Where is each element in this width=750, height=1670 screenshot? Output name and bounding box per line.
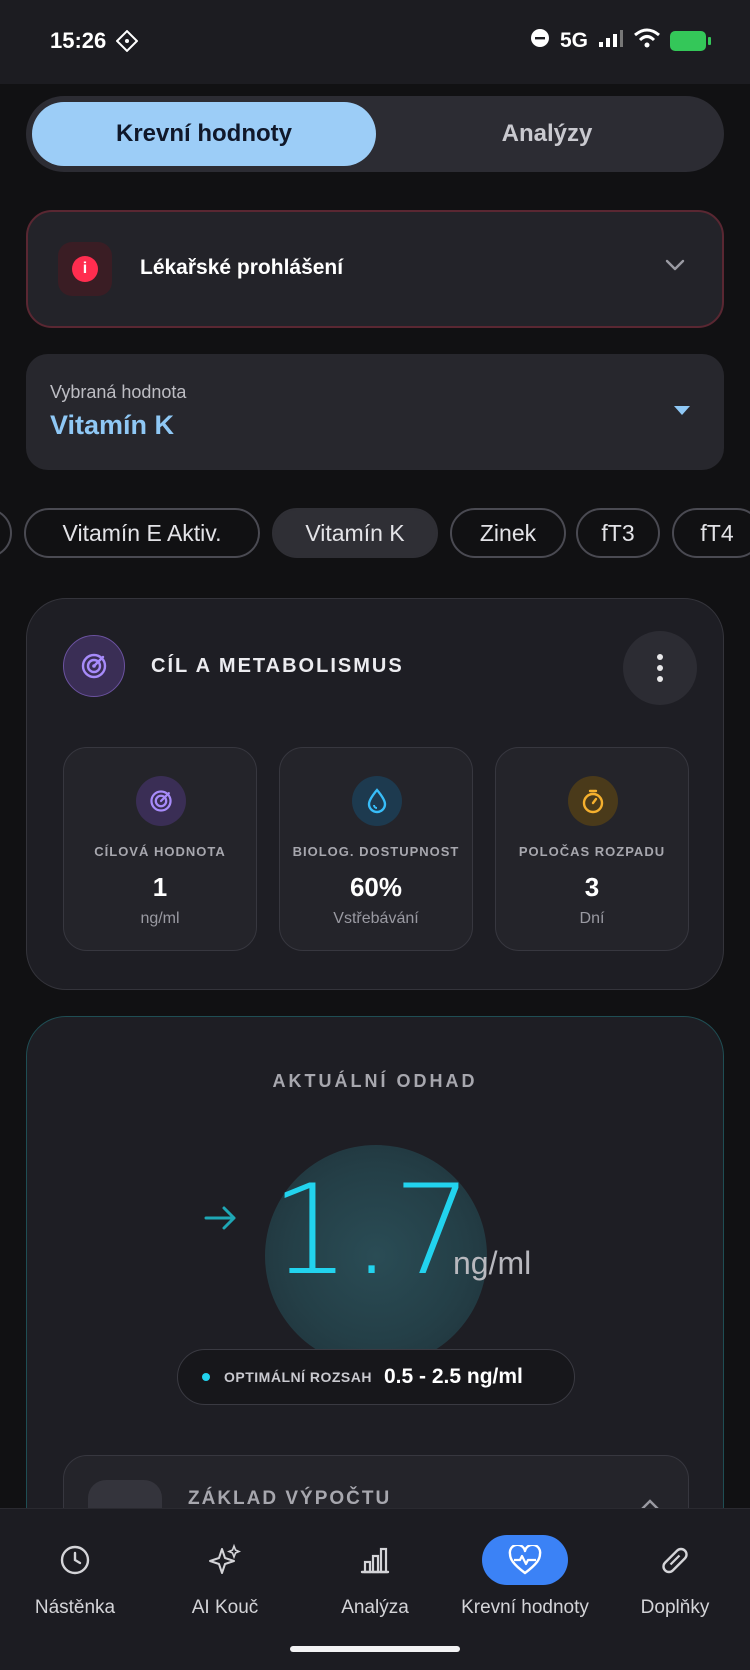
range-dot	[202, 1373, 210, 1381]
stat-value: 3	[584, 872, 600, 902]
nfc-icon	[115, 29, 139, 57]
stat-label: CÍLOVÁ HODNOTA	[94, 844, 226, 859]
chip-vitamin-e[interactable]: Vitamín E Aktiv.	[24, 508, 260, 558]
tab-blood-values[interactable]: Krevní hodnoty	[32, 102, 376, 166]
stat-label: BIOLOG. DOSTUPNOST	[292, 844, 460, 859]
clock-icon	[32, 1535, 118, 1585]
medical-disclaimer[interactable]: i Lékařské prohlášení	[26, 210, 724, 328]
status-icons: 5G	[530, 28, 711, 53]
tab-label: Krevní hodnoty	[461, 1597, 589, 1618]
stat-value: 60%	[349, 872, 403, 902]
chip-zinc[interactable]: Zinek	[450, 508, 566, 558]
home-indicator[interactable]	[290, 1646, 460, 1652]
wifi-icon	[634, 28, 660, 53]
status-time: 15:26	[50, 28, 107, 53]
view-switcher: Krevní hodnoty Analýzy	[26, 96, 724, 172]
stopwatch-icon	[568, 776, 618, 826]
estimate-unit: ng/ml	[453, 1245, 532, 1281]
chip-partial[interactable]	[0, 508, 12, 558]
target-icon	[136, 776, 186, 826]
value-selector[interactable]: Vybraná hodnota Vitamín K	[26, 354, 724, 470]
stat-unit: Vstřebávání	[333, 910, 419, 927]
stat-half-life: POLOČAS ROZPADU 3 Dní	[495, 747, 689, 951]
range-label: OPTIMÁLNÍ ROZSAH	[224, 1369, 372, 1385]
status-bar: 15:26 5G	[0, 0, 750, 84]
selector-value: Vitamín K	[50, 410, 175, 440]
stat-target-value: CÍLOVÁ HODNOTA 1 ng/ml	[63, 747, 257, 951]
chevron-down-icon[interactable]	[664, 258, 686, 277]
trend-arrow-right-icon	[203, 1203, 239, 1238]
sparkles-icon	[182, 1535, 268, 1585]
dropdown-caret-icon	[674, 406, 690, 415]
chip-ft3[interactable]: fT3	[576, 508, 660, 558]
estimate-title: AKTUÁLNÍ ODHAD	[272, 1071, 478, 1091]
tab-label: Analýza	[341, 1597, 409, 1618]
screen: 15:26 5G Krevní hodnoty Analýzy i Lékařs…	[0, 0, 750, 1670]
basis-title: ZÁKLAD VÝPOČTU	[188, 1488, 392, 1509]
stat-value: 1	[152, 872, 168, 902]
bar-chart-icon	[332, 1535, 418, 1585]
tab-label: Doplňky	[640, 1597, 710, 1618]
info-icon-container: i	[58, 242, 112, 296]
droplet-icon	[352, 776, 402, 826]
range-value: 0.5 - 2.5 ng/ml	[384, 1365, 523, 1388]
target-metabolism-card: CÍL A METABOLISMUS CÍLOVÁ HODNOTA 1 ng/m…	[26, 598, 724, 990]
chip-ft4[interactable]: fT4	[672, 508, 750, 558]
value-chip-list: Vitamín E Aktiv. Vitamín K Zinek fT3 fT4	[0, 508, 750, 560]
target-icon	[63, 635, 125, 697]
stat-label: POLOČAS ROZPADU	[518, 844, 666, 859]
stat-unit: Dní	[579, 910, 605, 927]
tab-supplements[interactable]: Doplňky	[600, 1509, 750, 1629]
estimate-value: 1.7	[271, 1159, 475, 1303]
tab-ai-coach[interactable]: AI Kouč	[150, 1509, 300, 1629]
card-title: CÍL A METABOLISMUS	[151, 655, 404, 677]
signal-icon	[598, 28, 624, 53]
chip-vitamin-k[interactable]: Vitamín K	[272, 508, 438, 558]
info-icon: i	[72, 256, 98, 282]
stat-unit: ng/ml	[140, 910, 180, 927]
pill-icon	[632, 1535, 718, 1585]
tab-label: AI Kouč	[191, 1597, 259, 1618]
tab-label: Nástěnka	[34, 1597, 116, 1618]
tab-analysis[interactable]: Analýza	[300, 1509, 450, 1629]
battery-icon	[670, 30, 711, 51]
more-options-button[interactable]	[623, 631, 697, 705]
network-type: 5G	[559, 28, 588, 52]
stat-bioavailability: BIOLOG. DOSTUPNOST 60% Vstřebávání	[279, 747, 473, 951]
tab-dashboard[interactable]: Nástěnka	[0, 1509, 150, 1629]
selector-label: Vybraná hodnota	[50, 382, 187, 402]
disclaimer-title: Lékařské prohlášení	[140, 256, 344, 279]
tab-blood-values-nav[interactable]: Krevní hodnoty	[450, 1509, 600, 1629]
heart-pulse-icon	[482, 1535, 568, 1585]
dnd-icon	[530, 28, 550, 53]
optimal-range-badge: OPTIMÁLNÍ ROZSAH 0.5 - 2.5 ng/ml	[177, 1349, 575, 1405]
tab-analyses[interactable]: Analýzy	[376, 102, 718, 166]
